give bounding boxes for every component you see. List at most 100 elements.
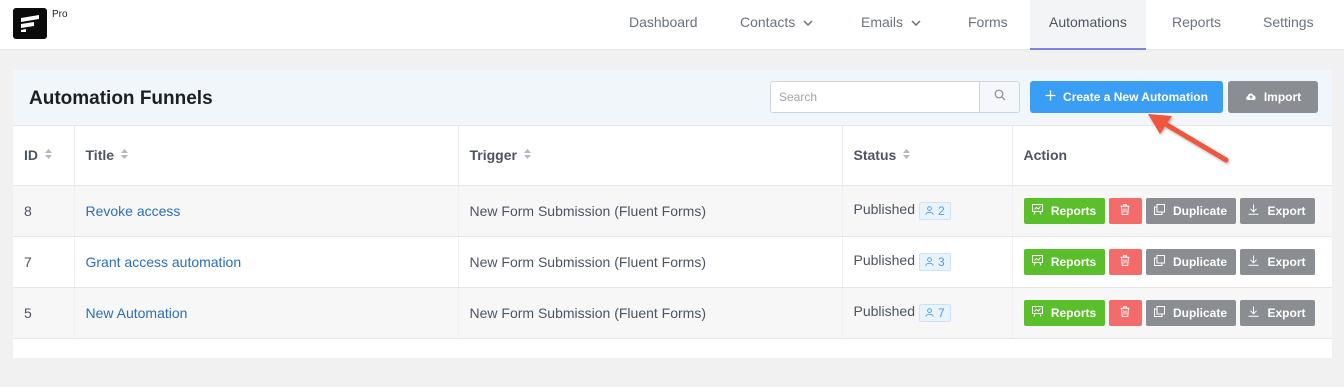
fluentcrm-logo-icon[interactable] (13, 8, 47, 39)
delete-button[interactable] (1108, 197, 1142, 224)
column-label: ID (24, 146, 38, 163)
subscriber-count: 2 (938, 203, 945, 218)
duplicate-button[interactable]: Duplicate (1145, 248, 1236, 275)
table-row: 5 New Automation New Form Submission (Fl… (13, 287, 1332, 339)
automations-table: ID Title Trigger Status Action 8 Revoke … (13, 126, 1332, 339)
reports-label: Reports (1050, 254, 1097, 269)
top-navigation: Pro Dashboard Contacts Emails Forms Auto… (0, 0, 1344, 50)
table-row: 7 Grant access automation New Form Submi… (13, 236, 1332, 288)
column-header-trigger[interactable]: Trigger (458, 126, 843, 186)
export-label: Export (1267, 254, 1306, 269)
trash-icon (1120, 305, 1130, 320)
cloud-upload-icon (1245, 90, 1264, 104)
trash-icon (1120, 254, 1130, 269)
subscriber-count-badge[interactable]: 2 (919, 201, 951, 220)
column-label: Action (1023, 147, 1068, 164)
chart-icon (1031, 305, 1051, 320)
cell-actions: Reports Duplicate Export (1012, 287, 1332, 339)
page-title: Automation Funnels (29, 88, 213, 109)
user-icon (925, 255, 938, 269)
nav-settings-label: Settings (1263, 14, 1314, 30)
duplicate-label: Duplicate (1172, 305, 1227, 320)
import-label: Import (1263, 90, 1302, 104)
export-button[interactable]: Export (1239, 197, 1315, 224)
copy-icon (1153, 203, 1173, 218)
status-text: Published (853, 303, 916, 320)
search-button[interactable] (979, 82, 1019, 112)
cell-actions: Reports Duplicate Export (1012, 236, 1332, 288)
nav-contacts[interactable]: Contacts (740, 0, 813, 50)
delete-button[interactable] (1108, 299, 1142, 326)
chart-icon (1031, 203, 1051, 218)
search-icon (994, 88, 1006, 106)
column-header-status[interactable]: Status (842, 126, 1013, 186)
nav-forms[interactable]: Forms (968, 0, 1008, 50)
export-button[interactable]: Export (1239, 299, 1315, 326)
automation-title-link[interactable]: New Automation (86, 305, 188, 321)
nav-automations[interactable]: Automations (1030, 0, 1146, 50)
nav-dashboard-label: Dashboard (629, 14, 698, 30)
column-header-id[interactable]: ID (13, 126, 75, 186)
cell-title: Revoke access (74, 185, 459, 237)
cell-status: Published 2 (842, 185, 1013, 237)
sort-icon (44, 147, 53, 163)
nav-settings[interactable]: Settings (1263, 0, 1314, 50)
cell-status: Published 3 (842, 236, 1013, 288)
duplicate-button[interactable]: Duplicate (1145, 197, 1236, 224)
annotation-arrow-icon (1140, 108, 1235, 175)
user-icon (925, 306, 938, 320)
duplicate-label: Duplicate (1172, 203, 1227, 218)
download-icon (1248, 204, 1267, 218)
automation-title-link[interactable]: Grant access automation (86, 254, 242, 270)
export-label: Export (1267, 305, 1306, 320)
column-label: Trigger (469, 146, 517, 163)
status-text: Published (853, 252, 916, 269)
reports-label: Reports (1050, 305, 1097, 320)
table-row: 8 Revoke access New Form Submission (Flu… (13, 185, 1332, 237)
reports-label: Reports (1050, 203, 1097, 218)
export-label: Export (1267, 203, 1306, 218)
status-text: Published (853, 201, 916, 218)
reports-button[interactable]: Reports (1023, 197, 1105, 224)
search-box (770, 81, 1020, 113)
copy-icon (1153, 305, 1173, 320)
nav-automations-label: Automations (1049, 14, 1127, 30)
sort-icon (523, 147, 532, 163)
automation-title-link[interactable]: Revoke access (86, 203, 181, 219)
nav-reports[interactable]: Reports (1172, 0, 1221, 50)
nav-dashboard[interactable]: Dashboard (629, 0, 698, 50)
cell-status: Published 7 (842, 287, 1013, 339)
sort-icon (902, 147, 911, 163)
download-icon (1248, 255, 1267, 269)
cell-title: Grant access automation (74, 236, 459, 288)
plus-icon (1045, 90, 1063, 104)
user-icon (925, 204, 938, 218)
copy-icon (1153, 254, 1173, 269)
nav-emails[interactable]: Emails (861, 0, 921, 50)
search-input[interactable] (771, 82, 980, 112)
nav-emails-label: Emails (861, 14, 904, 30)
column-header-title[interactable]: Title (74, 126, 459, 186)
card-header: Automation Funnels Create a New Automati… (13, 70, 1332, 126)
column-label: Status (853, 146, 897, 163)
download-icon (1248, 306, 1267, 320)
pro-badge: Pro (52, 9, 68, 20)
cell-id: 5 (13, 287, 75, 339)
duplicate-label: Duplicate (1172, 254, 1227, 269)
cell-trigger: New Form Submission (Fluent Forms) (458, 287, 843, 339)
chevron-down-icon (803, 0, 813, 43)
cell-trigger: New Form Submission (Fluent Forms) (458, 236, 843, 288)
reports-button[interactable]: Reports (1023, 248, 1105, 275)
table-header-row: ID Title Trigger Status Action (13, 126, 1332, 186)
sort-icon (120, 147, 129, 163)
import-button[interactable]: Import (1228, 81, 1318, 113)
delete-button[interactable] (1108, 248, 1142, 275)
nav-forms-label: Forms (968, 14, 1008, 30)
duplicate-button[interactable]: Duplicate (1145, 299, 1236, 326)
cell-id: 8 (13, 185, 75, 237)
subscriber-count-badge[interactable]: 7 (919, 303, 951, 322)
reports-button[interactable]: Reports (1023, 299, 1105, 326)
cell-title: New Automation (74, 287, 459, 339)
subscriber-count-badge[interactable]: 3 (919, 252, 951, 271)
export-button[interactable]: Export (1239, 248, 1315, 275)
